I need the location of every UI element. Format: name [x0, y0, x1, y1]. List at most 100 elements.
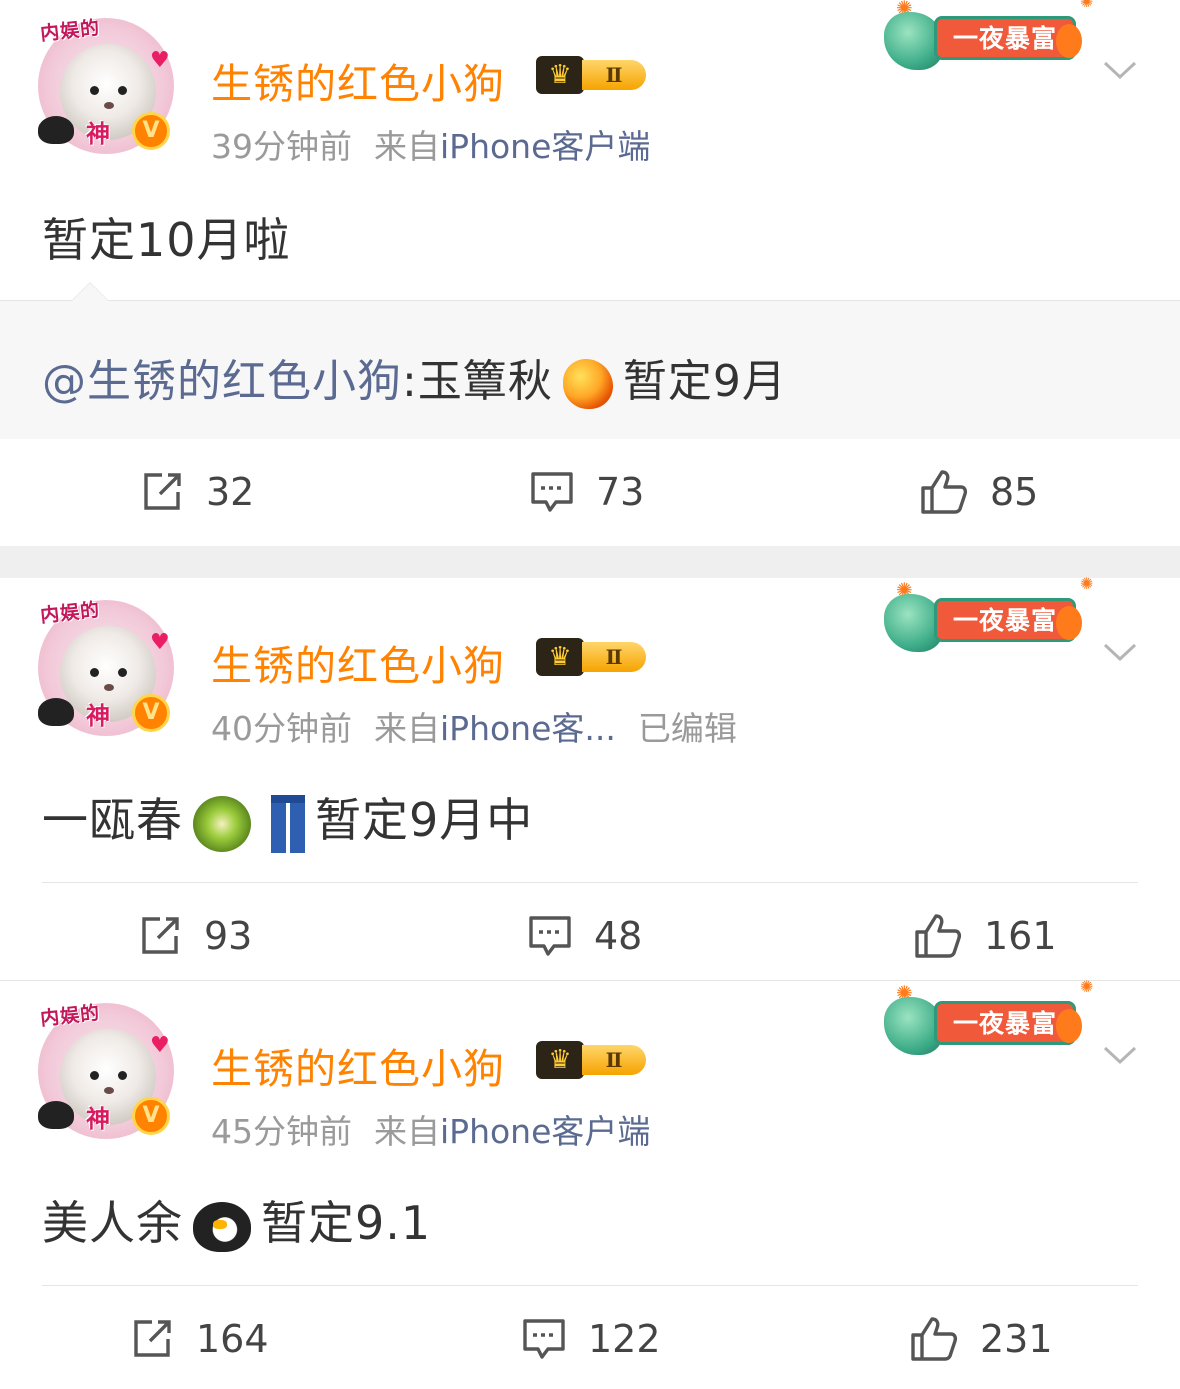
avatar[interactable]: 内娱的 神 ♥ V [38, 17, 174, 154]
verified-badge-icon: V [132, 112, 170, 150]
username[interactable]: 生锈的红色小狗 [211, 1035, 505, 1095]
repost-button[interactable]: 32 [140, 442, 254, 542]
post-text-after: 暂定9月中 [315, 793, 534, 847]
like-count: 85 [990, 470, 1039, 514]
lantern-icon [1056, 24, 1082, 58]
comment-icon [523, 1319, 565, 1359]
verified-badge-icon: V [132, 694, 170, 732]
heart-icon: ♥ [150, 630, 170, 655]
jeans-icon [271, 794, 305, 853]
post-text-before: 美人余 [42, 1196, 183, 1250]
post-time: 40分钟前 [211, 709, 352, 748]
comment-button[interactable]: 122 [522, 1289, 661, 1389]
post-source[interactable]: iPhone客户端 [440, 1105, 650, 1153]
post-time: 45分钟前 [211, 1112, 352, 1151]
verified-badge-icon: V [132, 1097, 170, 1135]
avatar[interactable]: 内娱的 神 ♥ V [38, 1002, 174, 1139]
quoted-text-after: 暂定9月 [622, 356, 787, 407]
repost-button[interactable]: 93 [138, 886, 252, 986]
vip-badge[interactable]: ♛ Ⅱ [536, 56, 652, 94]
repost-count: 93 [204, 914, 253, 958]
comment-count: 122 [588, 1317, 661, 1361]
firework-icon: ✺ [1080, 0, 1094, 11]
vip-level: Ⅱ [582, 60, 646, 90]
source-prefix: 来自 [374, 709, 440, 748]
avatar-frame-god-text: 神 [86, 1105, 110, 1133]
cat-icon [38, 116, 74, 144]
repost-count: 32 [206, 470, 255, 514]
repost-icon [142, 917, 179, 954]
vip-badge[interactable]: ♛ Ⅱ [536, 1041, 652, 1079]
vip-level: Ⅱ [582, 642, 646, 672]
ribbon-text: 一夜暴富 [934, 1001, 1076, 1045]
action-bar: 32 73 85 [0, 442, 1180, 542]
post-meta: 45分钟前 来自iPhone客户端 [211, 1105, 672, 1153]
comment-count: 48 [594, 914, 643, 958]
lantern-icon [1056, 606, 1082, 640]
vip-level: Ⅱ [582, 1045, 646, 1075]
post-card-1: 内娱的 神 ♥ V 生锈的红色小狗 ♛ Ⅱ 39分钟前 来自iPhone客户端 ✺… [0, 0, 1180, 546]
post-source[interactable]: iPhone客户端 [440, 120, 650, 168]
like-count: 231 [980, 1317, 1053, 1361]
post-meta: 39分钟前 来自iPhone客户端 [211, 120, 672, 168]
post-text: 暂定10月啦 [42, 213, 291, 267]
action-bar: 164 122 231 [0, 1289, 1180, 1389]
repost-count: 164 [196, 1317, 269, 1361]
quoted-post[interactable]: @生锈的红色小狗:玉簟秋 暂定9月 [0, 282, 1180, 439]
post-card-2: 内娱的 神 ♥ V 生锈的红色小狗 ♛ Ⅱ 40分钟前 来自iPhone客... 已… [0, 574, 1180, 980]
cat-icon [38, 698, 74, 726]
kiwi-icon [193, 795, 251, 852]
heart-icon: ♥ [150, 1033, 170, 1058]
fortune-ribbon[interactable]: ✺ 一夜暴富 ✺ [884, 0, 1096, 74]
like-button[interactable]: 161 [914, 886, 1057, 986]
username[interactable]: 生锈的红色小狗 [211, 632, 505, 692]
lantern-icon [1056, 1009, 1082, 1043]
fortune-ribbon[interactable]: ✺ 一夜暴富 ✺ [884, 977, 1096, 1059]
mention-link[interactable]: @生锈的红色小狗 [42, 356, 402, 407]
mango-icon [562, 359, 613, 409]
source-prefix: 来自 [374, 1112, 440, 1151]
action-bar: 93 48 161 [0, 886, 1180, 986]
like-button[interactable]: 85 [920, 442, 1038, 542]
divider [42, 882, 1138, 883]
like-button[interactable]: 231 [910, 1289, 1053, 1389]
crown-icon: ♛ [536, 56, 584, 94]
vip-badge[interactable]: ♛ Ⅱ [536, 638, 652, 676]
post-source[interactable]: iPhone客... [440, 702, 616, 750]
source-prefix: 来自 [374, 127, 440, 166]
fortune-ribbon[interactable]: ✺ 一夜暴富 ✺ [884, 574, 1096, 656]
like-icon [911, 1317, 958, 1361]
chevron-down-icon[interactable] [1102, 640, 1138, 664]
post-card-3: 内娱的 神 ♥ V 生锈的红色小狗 ♛ Ⅱ 45分钟前 来自iPhone客户端 ✺… [0, 977, 1180, 1376]
comment-icon [531, 472, 573, 512]
repost-icon [144, 473, 181, 510]
edited-label[interactable]: 已编辑 [638, 702, 737, 750]
comment-button[interactable]: 48 [528, 886, 642, 986]
post-text-after: 暂定9.1 [261, 1196, 432, 1250]
ribbon-text: 一夜暴富 [934, 598, 1076, 642]
repost-icon [134, 1320, 171, 1357]
avatar[interactable]: 内娱的 神 ♥ V [38, 599, 174, 736]
like-count: 161 [984, 914, 1057, 958]
avatar-frame-god-text: 神 [86, 702, 110, 730]
like-icon [915, 914, 962, 958]
chevron-down-icon[interactable] [1102, 1043, 1138, 1067]
comment-count: 73 [596, 470, 645, 514]
penguin-icon [193, 1201, 251, 1252]
repost-button[interactable]: 164 [130, 1289, 269, 1389]
post-text-before: 一瓯春 [42, 793, 183, 847]
divider [42, 1285, 1138, 1286]
crown-icon: ♛ [536, 638, 584, 676]
post-meta: 40分钟前 来自iPhone客... 已编辑 [211, 702, 759, 750]
username[interactable]: 生锈的红色小狗 [211, 50, 505, 110]
post-time: 39分钟前 [211, 127, 352, 166]
comment-button[interactable]: 73 [530, 442, 644, 542]
heart-icon: ♥ [150, 48, 170, 73]
chevron-down-icon[interactable] [1102, 58, 1138, 82]
post-text: 美人余 暂定9.1 [42, 1187, 431, 1253]
ribbon-text: 一夜暴富 [934, 16, 1076, 60]
firework-icon: ✺ [1080, 977, 1094, 996]
avatar-frame-god-text: 神 [86, 120, 110, 148]
cat-icon [38, 1101, 74, 1129]
crown-icon: ♛ [536, 1041, 584, 1079]
